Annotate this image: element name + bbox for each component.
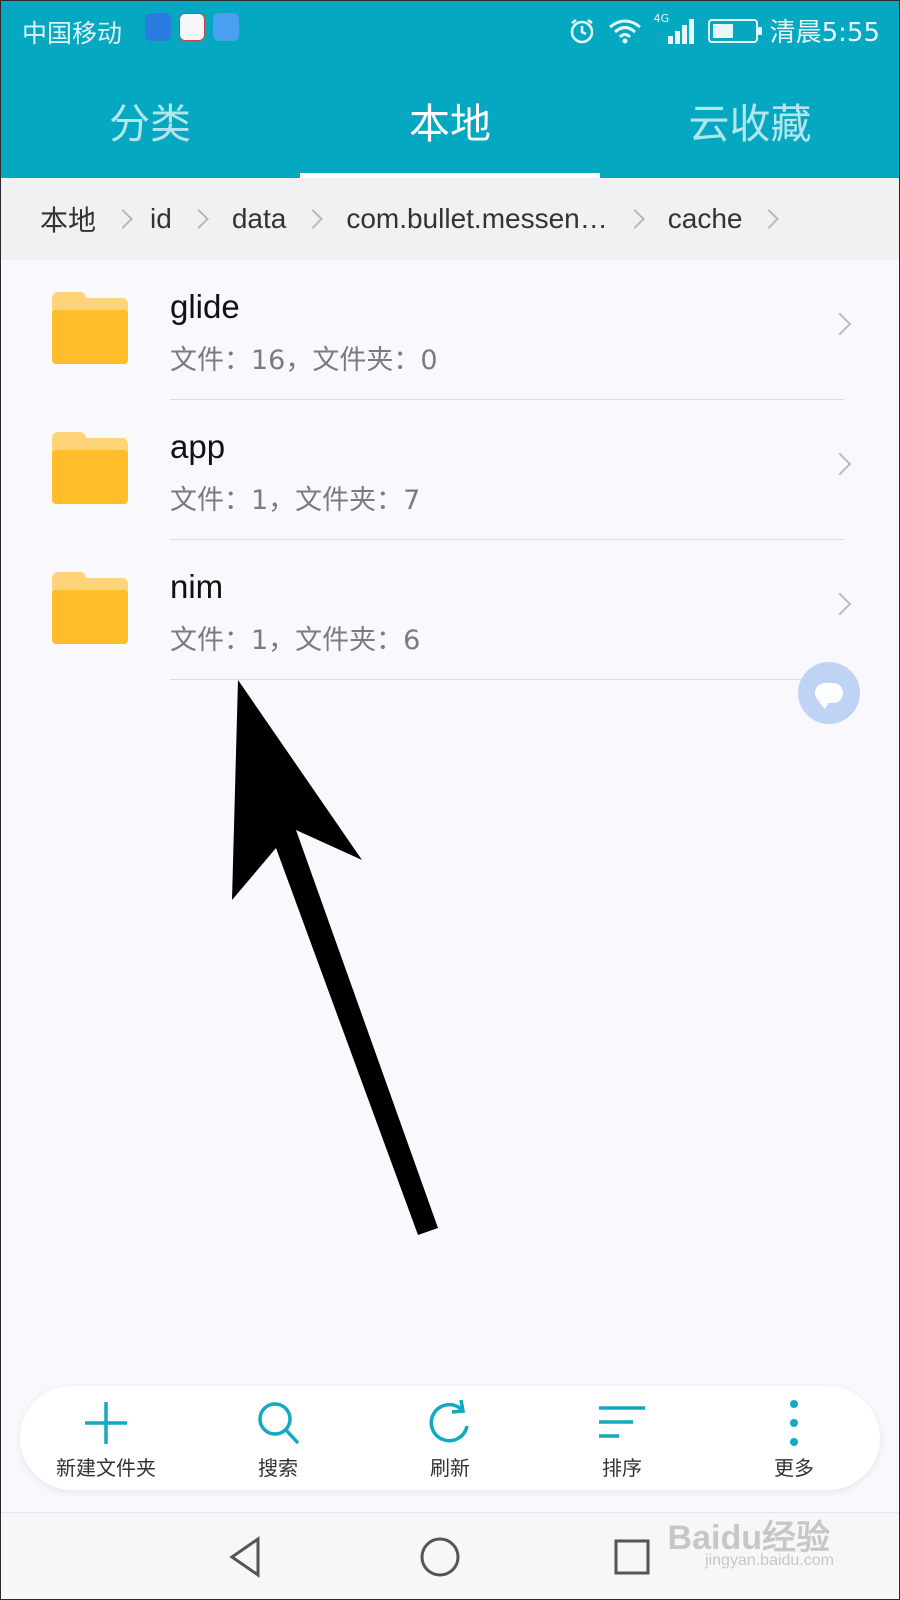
chevron-right-icon bbox=[828, 592, 852, 616]
robot-app-icon bbox=[179, 13, 205, 41]
carrier-label: 中国移动 bbox=[22, 19, 123, 48]
signal-icon: 4G bbox=[654, 12, 696, 46]
search-icon bbox=[258, 1402, 300, 1445]
folder-icon bbox=[52, 292, 128, 364]
folder-name: nim bbox=[170, 568, 224, 605]
search-button[interactable]: 搜索 bbox=[192, 1386, 364, 1490]
sort-icon bbox=[599, 1406, 645, 1438]
folder-name: app bbox=[170, 428, 226, 465]
folder-meta: 文件：1，文件夹：6 bbox=[170, 625, 421, 656]
more-label: 更多 bbox=[774, 1456, 814, 1480]
status-bar: 中国移动 4G 清晨5:55 bbox=[0, 0, 900, 62]
wifi-icon bbox=[608, 19, 641, 43]
chevron-right-icon bbox=[828, 312, 852, 336]
music-app-icon bbox=[213, 13, 239, 41]
back-triangle-icon[interactable] bbox=[222, 1533, 270, 1581]
folder-meta: 文件：1，文件夹：7 bbox=[170, 485, 421, 516]
folder-meta: 文件：16，文件夹：0 bbox=[170, 345, 438, 376]
new-folder-button[interactable]: 新建文件夹 bbox=[20, 1386, 192, 1490]
more-button[interactable]: 更多 bbox=[708, 1386, 880, 1490]
breadcrumb-chevron-icon bbox=[188, 209, 209, 229]
more-vertical-icon bbox=[790, 1400, 798, 1446]
shield-app-icon bbox=[145, 13, 171, 41]
breadcrumb-chevron-icon bbox=[303, 209, 324, 229]
folder-icon bbox=[52, 572, 128, 644]
floating-chat-button[interactable] bbox=[798, 662, 860, 724]
recents-square-icon[interactable] bbox=[608, 1533, 656, 1581]
breadcrumb-item-local[interactable]: 本地 bbox=[40, 199, 96, 239]
list-item[interactable]: nim 文件：1，文件夹：6 bbox=[0, 540, 900, 680]
breadcrumb: 本地 id data com.bullet.messen… cache bbox=[0, 178, 900, 260]
search-label: 搜索 bbox=[258, 1456, 298, 1480]
breadcrumb-item-cache[interactable]: cache bbox=[668, 203, 743, 235]
sort-button[interactable]: 排序 bbox=[536, 1386, 708, 1490]
refresh-label: 刷新 bbox=[430, 1456, 470, 1480]
tab-categories[interactable]: 分类 bbox=[0, 62, 300, 178]
sort-label: 排序 bbox=[602, 1456, 642, 1480]
folder-name: glide bbox=[170, 288, 240, 325]
status-right: 4G 清晨5:55 bbox=[568, 12, 880, 49]
home-circle-icon[interactable] bbox=[416, 1533, 464, 1581]
chevron-right-icon bbox=[828, 452, 852, 476]
breadcrumb-chevron-icon bbox=[113, 209, 133, 229]
baidu-watermark-url: jingyan.baidu.com bbox=[705, 1552, 834, 1569]
breadcrumb-item-package[interactable]: com.bullet.messen… bbox=[346, 203, 607, 235]
refresh-button[interactable]: 刷新 bbox=[364, 1386, 536, 1490]
clock: 清晨5:55 bbox=[769, 18, 880, 48]
tab-bar: 分类 本地 云收藏 bbox=[0, 62, 900, 178]
list-item[interactable]: app 文件：1，文件夹：7 bbox=[0, 400, 900, 540]
divider bbox=[170, 679, 844, 680]
plus-icon bbox=[85, 1402, 127, 1444]
alarm-icon bbox=[570, 18, 593, 43]
breadcrumb-chevron-icon bbox=[624, 209, 645, 229]
new-folder-label: 新建文件夹 bbox=[56, 1456, 156, 1480]
breadcrumb-item-android[interactable]: id bbox=[150, 203, 172, 235]
battery-icon bbox=[707, 18, 762, 43]
bottom-toolbar: 新建文件夹 搜索 刷新 排序 更多 bbox=[20, 1386, 880, 1490]
tab-local[interactable]: 本地 bbox=[300, 62, 600, 178]
refresh-icon bbox=[429, 1399, 469, 1443]
file-list: glide 文件：16，文件夹：0 app 文件：1，文件夹：7 nim 文件：… bbox=[0, 260, 900, 680]
tab-cloud-favorites[interactable]: 云收藏 bbox=[600, 62, 900, 178]
notification-icons bbox=[145, 13, 239, 41]
breadcrumb-item-data[interactable]: data bbox=[232, 203, 287, 235]
folder-icon bbox=[52, 432, 128, 504]
chat-bubble-icon bbox=[815, 683, 843, 709]
list-item[interactable]: glide 文件：16，文件夹：0 bbox=[0, 260, 900, 400]
breadcrumb-chevron-icon bbox=[759, 209, 780, 229]
